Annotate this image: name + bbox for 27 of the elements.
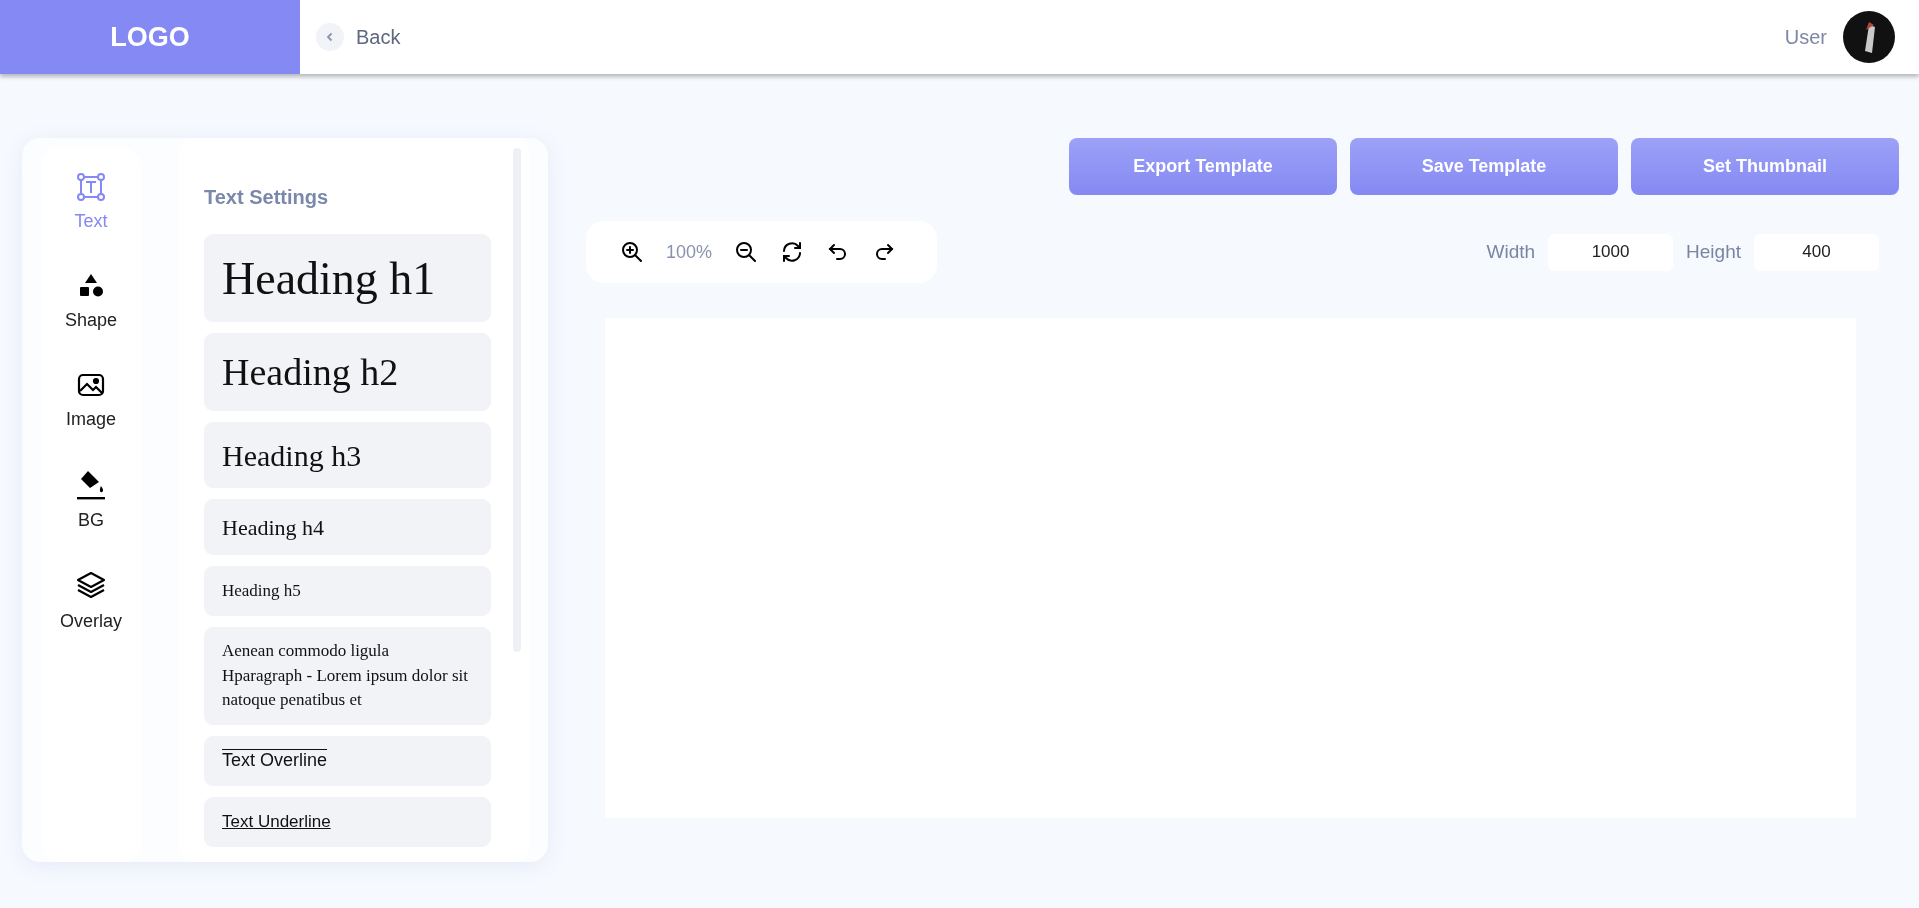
zoom-level: 100% — [666, 240, 713, 264]
tool-tab[interactable]: Image — [66, 370, 116, 433]
back-icon — [316, 23, 344, 51]
back-button[interactable]: Back — [316, 22, 401, 52]
zoom-in-icon[interactable] — [620, 240, 644, 264]
text-style-option[interactable]: Text Overline — [204, 735, 491, 786]
text-style-option[interactable]: Heading h4 — [204, 499, 491, 555]
text-style-option[interactable]: Heading h3 — [204, 422, 491, 488]
width-field[interactable]: 1000 — [1548, 233, 1674, 271]
paint-bucket-icon — [75, 469, 107, 501]
zoom-out-icon[interactable] — [734, 240, 759, 264]
text-style-option[interactable]: Aenean commodo ligula Hparagraph - Lorem ipsum dolor sit natoque penatibus et — [204, 627, 491, 725]
text-style-option[interactable]: Heading h5 — [204, 566, 491, 616]
height-label: Height — [1686, 239, 1741, 264]
avatar[interactable] — [1843, 11, 1895, 63]
text-style-option[interactable]: Text Underline — [204, 796, 491, 847]
text-style-option[interactable]: Heading h2 — [204, 333, 491, 411]
width-label: Width — [1486, 239, 1536, 264]
panel-title: Text Settings — [204, 185, 330, 210]
text-icon — [76, 172, 106, 202]
tool-tab[interactable]: Overlay — [60, 570, 122, 635]
text-style-option[interactable]: Heading h1 — [204, 234, 491, 322]
logo: LOGO — [0, 0, 300, 74]
height-field[interactable]: 400 — [1754, 233, 1879, 271]
user-name: User — [1784, 25, 1827, 50]
tool-tab[interactable]: Shape — [64, 271, 118, 334]
tool-tab[interactable]: BG — [75, 469, 107, 534]
